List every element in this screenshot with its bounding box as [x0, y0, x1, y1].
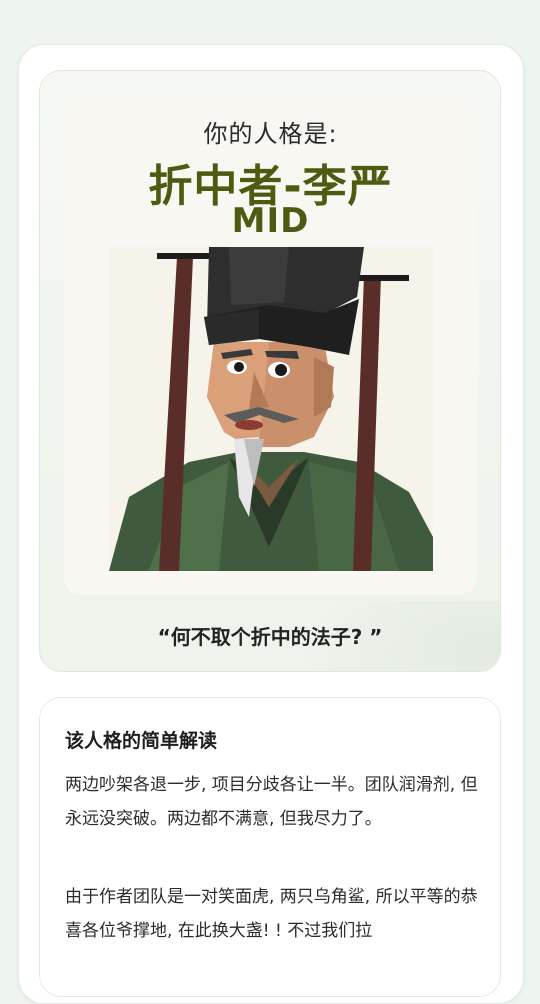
result-card: 你的人格是: 折中者-李严 MID “何不取个折中的法子? ”: [39, 70, 501, 672]
description-card: 该人格的简单解读 两边吵架各退一步, 项目分歧各让一半。团队润滑剂, 但永远没突…: [39, 697, 501, 997]
personality-quote: “何不取个折中的法子? ”: [157, 625, 383, 649]
description-heading: 该人格的简单解读: [65, 730, 218, 752]
result-panel: 你的人格是: 折中者-李严 MID: [64, 95, 477, 595]
character-portrait-image: [109, 247, 433, 571]
result-prefix: 你的人格是:: [203, 120, 338, 148]
personality-code: MID: [231, 201, 310, 241]
description-paragraph-2: 由于作者团队是一对笑面虎, 两只乌角鲨, 所以平等的恭喜各位爷撑地, 在此换大盏…: [65, 887, 478, 941]
description-paragraph-1: 两边吵架各退一步, 项目分歧各让一半。团队润滑剂, 但永远没突破。两边都不满意,…: [65, 775, 478, 829]
